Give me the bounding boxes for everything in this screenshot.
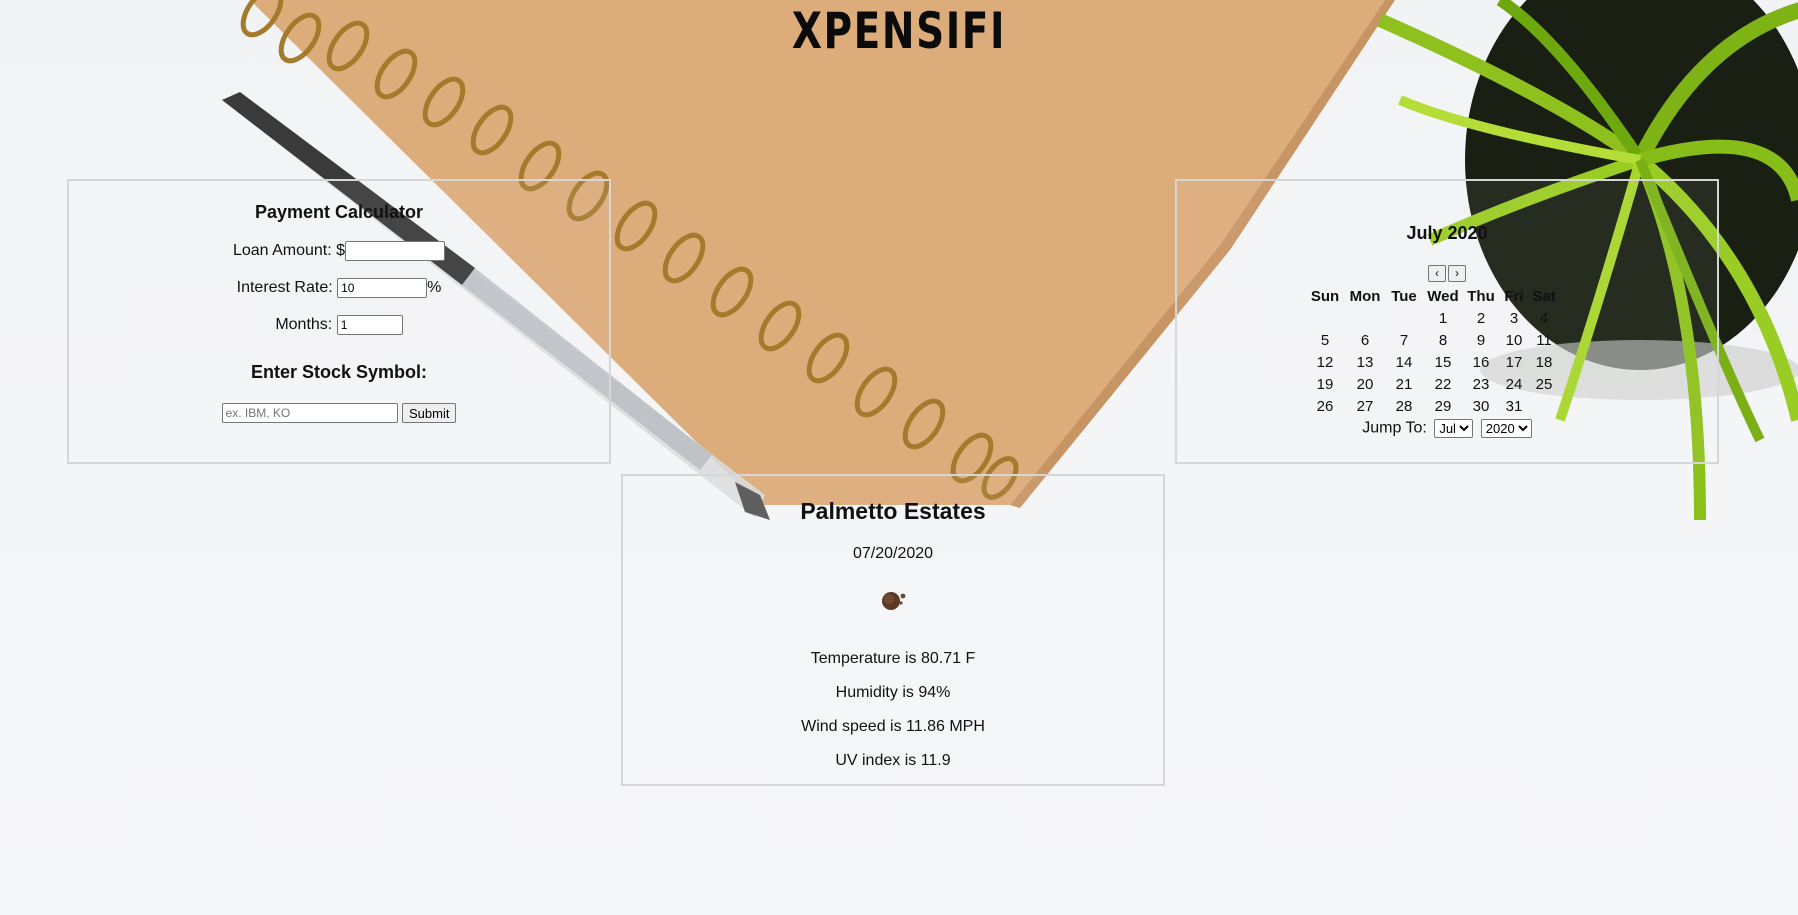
calendar-day[interactable]: 24 — [1499, 373, 1529, 395]
calendar-day[interactable]: 4 — [1529, 307, 1559, 329]
calendar-day[interactable]: 29 — [1423, 395, 1463, 417]
calendar-day[interactable]: 2 — [1463, 307, 1499, 329]
calendar-day[interactable] — [1385, 307, 1423, 329]
calendar-week-row: 12 13 14 15 16 17 18 — [1305, 351, 1559, 373]
month-select[interactable]: Jul — [1434, 419, 1474, 438]
calendar-day[interactable]: 30 — [1463, 395, 1499, 417]
interest-rate-row: Interest Rate: % — [69, 278, 609, 298]
calendar-day[interactable]: 21 — [1385, 373, 1423, 395]
weather-date: 07/20/2020 — [852, 545, 934, 562]
calendar-day[interactable]: 9 — [1463, 329, 1499, 351]
weekday-header: Wed — [1427, 287, 1459, 305]
calendar-day[interactable]: 17 — [1499, 351, 1529, 373]
humidity-text: Humidity is 94% — [835, 684, 951, 701]
next-month-button[interactable]: › — [1448, 265, 1466, 282]
calendar-week-row: 26 27 28 29 30 31 — [1305, 395, 1559, 417]
calendar-week-row: 1 2 3 4 — [1305, 307, 1559, 329]
calendar-day[interactable]: 8 — [1423, 329, 1463, 351]
calendar-day[interactable]: 19 — [1305, 373, 1345, 395]
calendar-day[interactable]: 12 — [1305, 351, 1345, 373]
weekday-header: Mon — [1349, 287, 1381, 305]
calendar-grid: Sun Mon Tue Wed Thu Fri Sat 1 2 3 4 5 6 — [1305, 285, 1559, 417]
months-row: Months: — [69, 315, 609, 335]
calendar-day[interactable]: 13 — [1345, 351, 1385, 373]
temperature-text: Temperature is 80.71 F — [810, 650, 976, 667]
calendar-day[interactable]: 5 — [1305, 329, 1345, 351]
weather-panel: Palmetto Estates 07/20/2020 Temperature … — [621, 474, 1165, 786]
submit-button[interactable]: Submit — [401, 403, 457, 423]
calendar-panel: July 2020 ‹ › Sun Mon Tue Wed Thu Fri Sat… — [1175, 179, 1719, 464]
calendar-day[interactable]: 10 — [1499, 329, 1529, 351]
weekday-header: Sun — [1310, 287, 1340, 305]
weekday-header-row: Sun Mon Tue Wed Thu Fri Sat — [1305, 285, 1559, 307]
weekday-header: Sat — [1532, 287, 1556, 305]
currency-prefix: $ — [336, 242, 346, 260]
uv-index-text: UV index is 11.9 — [835, 752, 951, 769]
weekday-header: Thu — [1467, 287, 1495, 305]
calendar-day[interactable] — [1305, 307, 1345, 329]
calendar-day[interactable]: 23 — [1463, 373, 1499, 395]
weekday-header: Fri — [1504, 287, 1524, 305]
calendar-week-row: 19 20 21 22 23 24 25 — [1305, 373, 1559, 395]
calendar-day[interactable] — [1345, 307, 1385, 329]
months-label: Months: — [275, 316, 333, 334]
calendar-day[interactable]: 28 — [1385, 395, 1423, 417]
calendar-day[interactable]: 15 — [1423, 351, 1463, 373]
calendar-day[interactable]: 31 — [1499, 395, 1529, 417]
calendar-day[interactable]: 27 — [1345, 395, 1385, 417]
previous-month-button[interactable]: ‹ — [1428, 265, 1446, 282]
jump-to-label: Jump To: — [1362, 419, 1427, 437]
calendar-day[interactable]: 25 — [1529, 373, 1559, 395]
calendar-day[interactable]: 26 — [1305, 395, 1345, 417]
calendar-day[interactable] — [1529, 395, 1559, 417]
calendar-day[interactable]: 22 — [1423, 373, 1463, 395]
calendar-day[interactable]: 20 — [1345, 373, 1385, 395]
jump-to-row: Jump To: Jul 2020 — [1177, 419, 1717, 438]
interest-rate-label: Interest Rate: — [236, 279, 333, 297]
payment-calculator-panel: Payment Calculator Loan Amount: $ Intere… — [67, 179, 611, 464]
loan-amount-label: Loan Amount: — [232, 242, 332, 260]
wind-speed-text: Wind speed is 11.86 MPH — [801, 718, 985, 735]
calendar-day[interactable]: 6 — [1345, 329, 1385, 351]
stock-symbol-input[interactable] — [221, 403, 398, 423]
calendar-week-row: 5 6 7 8 9 10 11 — [1305, 329, 1559, 351]
months-input[interactable] — [336, 315, 403, 335]
percent-suffix: % — [427, 279, 442, 297]
calendar-day[interactable]: 1 — [1423, 307, 1463, 329]
calendar-month-title: July 2020 — [1406, 223, 1488, 243]
calendar-day[interactable]: 14 — [1385, 351, 1423, 373]
loan-amount-row: Loan Amount: $ — [69, 241, 609, 261]
stock-symbol-title: Enter Stock Symbol: — [250, 362, 428, 382]
loan-amount-input[interactable] — [345, 241, 446, 261]
interest-rate-input[interactable] — [337, 278, 428, 298]
weather-location: Palmetto Estates — [800, 498, 986, 524]
calendar-day[interactable]: 3 — [1499, 307, 1529, 329]
app-logo: XPENSIFI — [791, 2, 1007, 60]
year-select[interactable]: 2020 — [1480, 419, 1532, 438]
cloud-night-icon — [882, 592, 906, 610]
stock-symbol-row: Submit — [69, 403, 609, 423]
payment-calculator-title: Payment Calculator — [254, 202, 424, 222]
calendar-day[interactable]: 18 — [1529, 351, 1559, 373]
weekday-header: Tue — [1391, 287, 1417, 305]
calendar-day[interactable]: 7 — [1385, 329, 1423, 351]
calendar-day[interactable]: 16 — [1463, 351, 1499, 373]
calendar-nav: ‹ › — [1177, 264, 1717, 282]
calendar-day[interactable]: 11 — [1529, 329, 1559, 351]
